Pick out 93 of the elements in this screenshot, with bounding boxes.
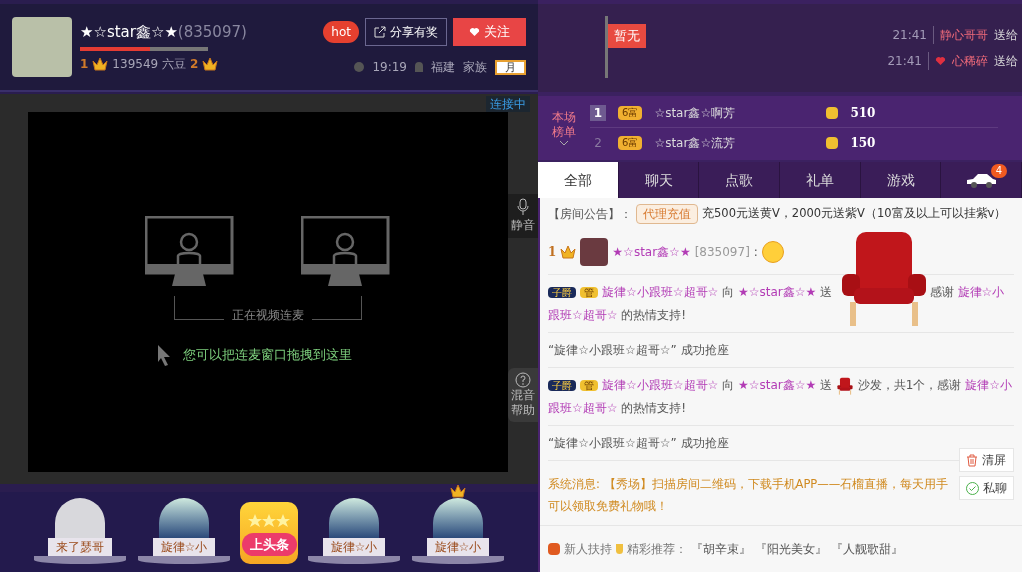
avatar[interactable] [159,498,209,538]
headline-label: 上头条 [241,532,297,556]
seat-name: 旋律☆小 [322,538,386,556]
avatar[interactable] [433,498,483,538]
recommend-label: 精彩推荐： [627,541,687,558]
avatar-photo [12,17,72,77]
share-icon [374,26,386,38]
connector-line [312,296,362,320]
monitor-person-icon [145,216,235,288]
gift-message: 子爵 管 旋律☆小跟班☆超哥☆ 向 ★☆star鑫☆★ 送 沙发，共1个，感谢 旋律☆小跟班☆超哥☆ 的热情支持! [548,368,1014,426]
announcement-label: 【房间公告】： [548,206,632,223]
gift-action: 送给 [994,53,1018,70]
mix-help-label: 混音帮助 [510,388,536,418]
bean-count: 139549 六豆 [112,56,186,74]
check-circle-icon [966,481,979,495]
chat-tab[interactable]: 礼单 [780,162,861,198]
wealth-badge: 6富 [618,136,643,150]
trash-icon [966,453,978,467]
notification-badge: 4 [991,164,1008,178]
chat-user-name[interactable]: ★☆star鑫☆★ [612,243,691,261]
chevron-down-icon [559,140,569,146]
gift-sender: 静心哥哥 [940,27,988,44]
microphone-icon [517,198,529,216]
family-label: 家族 [463,59,487,76]
family-badge: 月 [495,59,526,75]
rank-number: 2 [190,56,199,74]
gift-action: 送给 [994,27,1018,44]
flag-pole [605,16,608,78]
ranking-row[interactable]: 1 6富 ☆star鑫☆啊芳 510 [590,98,998,128]
chat-tab[interactable]: 全部 [538,162,619,198]
ranking-score: 150 [850,135,876,152]
clear-screen-button[interactable]: 清屏 [959,448,1014,472]
wealth-badge: 6富 [618,105,643,120]
chat-tab[interactable]: 聊天 [618,162,700,198]
gift-sender: 心稀碎 [952,53,988,70]
ranking-label: 本场榜单 [551,110,577,140]
rank-number: 1 [548,244,557,261]
gift-time: 21:41 [887,52,929,70]
recommend-link[interactable]: 『阳光美女』 [755,540,827,558]
sofa-icon [835,376,854,395]
flag-label: 暂无 [608,24,646,48]
location: 福建 [431,59,455,76]
follow-button[interactable]: 关注 [453,18,526,46]
system-message: 系统消息: 【秀场】扫描房间二维码，下载手机APP——石榴直播，每天用手 可以领取免费礼物哦！ [548,477,949,513]
stars-icon [247,512,291,529]
headline-badge[interactable]: 上头条 [240,502,298,564]
crown-icon [92,57,109,72]
avatar[interactable] [329,498,379,538]
streamer-id: (835097) [177,21,247,43]
help-icon [515,372,531,388]
drag-hint: 您可以把连麦窗口拖拽到这里 [182,346,352,365]
connecting-caption: 正在视频连麦 [232,307,304,324]
car-icon [965,172,998,188]
heart-icon [935,56,946,66]
seat-name: 旋律☆小 [426,538,490,556]
seat-name: 来了瑟哥 [48,538,112,556]
emoji-icon [761,241,784,263]
chat-separator: : [753,244,758,261]
mix-help-button[interactable]: 混音帮助 [508,368,538,422]
heart-icon [469,27,480,37]
stream-time: 19:19 [372,59,407,76]
rank-number: 1 [80,56,89,74]
seat-name: 旋律☆小 [152,538,216,556]
ranking-score: 510 [850,104,876,122]
chat-tab[interactable]: 游戏 [860,162,942,198]
user-avatar [580,238,609,266]
drop-icon [616,544,623,554]
crown-icon [560,245,577,259]
cursor-icon [156,344,171,366]
recommend-link[interactable]: 『人靓歌甜』 [831,540,903,558]
monitor-person-icon [301,216,391,288]
chat-user-id: [835097] [694,244,750,261]
crown-icon [450,484,466,498]
crown-icon [202,57,219,72]
seat-notice: “旋律☆小跟班☆超哥☆” 成功抢座 [548,333,1014,368]
ranking-name: ☆star鑫☆流芳 [654,135,737,152]
mute-button[interactable]: 静音 [508,194,538,238]
connection-status: 连接中 [486,96,530,112]
private-chat-button[interactable]: 私聊 [959,476,1014,500]
announcement-text: 充500元送黄V，2000元送紫V（10富及以上可以挂紫v） [702,205,1007,223]
connector-line [174,296,224,320]
ranking-name: ☆star鑫☆啊芳 [654,104,737,122]
ranking-row[interactable]: 2 6富 ☆star鑫☆流芳 150 [590,128,998,158]
gift-time: 21:41 [892,26,934,44]
chat-tab[interactable]: 点歌 [699,162,780,198]
streamer-name: ★☆star鑫☆★ [80,21,178,43]
share-button[interactable]: 分享有奖 [365,18,447,46]
recommend-link[interactable]: 『胡辛束』 [691,540,751,558]
avatar[interactable] [55,498,105,538]
newcomer-label: 新人扶持 [564,541,612,558]
rank-number: 1 [590,104,606,121]
rank-number: 2 [593,135,603,152]
hot-tag: hot [323,21,359,43]
